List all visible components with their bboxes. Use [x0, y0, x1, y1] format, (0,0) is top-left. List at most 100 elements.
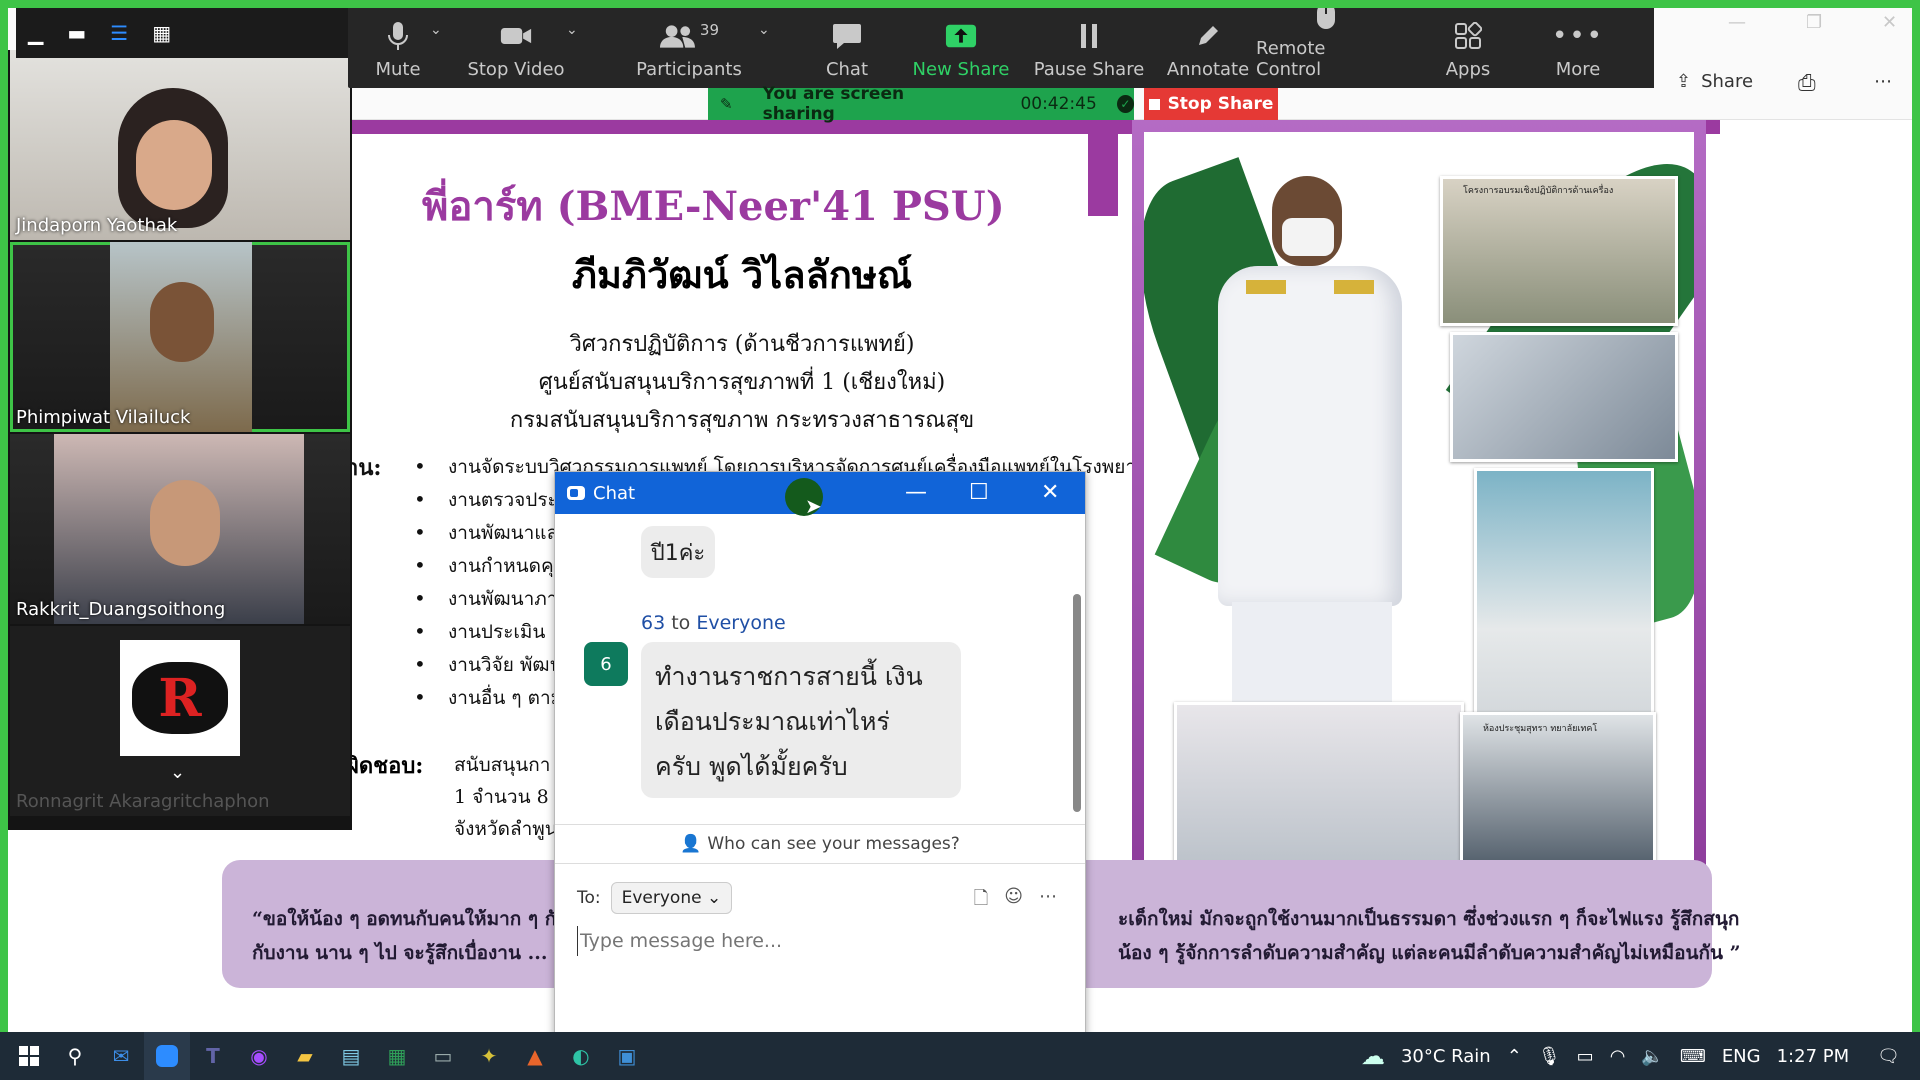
windows-start-icon[interactable] — [6, 1032, 52, 1080]
video-tile[interactable]: R Ronnagrit Akaragritchaphon ⌄ — [10, 626, 350, 816]
video-tile[interactable]: Rakkrit_Duangsoithong — [10, 434, 350, 624]
app-more-button[interactable]: ⋯ — [1874, 71, 1892, 92]
window-close-icon[interactable]: ✕ — [1882, 12, 1897, 33]
chat-close-icon[interactable]: ✕ — [1041, 480, 1059, 505]
video-options-caret-icon[interactable]: ⌄ — [566, 22, 578, 38]
recipient-dropdown[interactable]: Everyone ⌄ — [610, 882, 733, 914]
wifi-icon[interactable]: ◠ — [1610, 1046, 1626, 1067]
app-icon[interactable]: ▲ — [512, 1032, 558, 1080]
pen-icon — [1192, 21, 1224, 51]
meeting-photo: ห้องประชุมสุทรา ทยาลัยเทคโ — [1460, 712, 1656, 878]
file-icon[interactable]: 🗋 — [974, 886, 988, 916]
screen-sharing-banner[interactable]: ✎ You are screen sharing 00:42:45 ✓ — [708, 84, 1134, 124]
slide-name-thai: ภีมภิวัฒน์ วิไลลักษณ์ — [571, 252, 913, 297]
speaker-view-icon[interactable]: ☰ — [110, 21, 128, 45]
notepad-icon[interactable]: ▤ — [328, 1032, 374, 1080]
doctor-photo — [1474, 468, 1654, 738]
keyboard-icon[interactable]: ⌨ — [1680, 1046, 1706, 1067]
stop-video-button[interactable]: Stop Video — [456, 8, 576, 88]
quote-left-line: “ขอให้น้อง ๆ อดทนกับคนให้มาก ๆ กับง — [252, 908, 578, 930]
group-photo: โครงการอบรมเชิงปฏิบัติการด้านเครื่อง — [1440, 176, 1678, 326]
photo-collage: โครงการอบรมเชิงปฏิบัติการด้านเครื่อง ห้อ… — [1144, 132, 1694, 878]
notification-icon[interactable]: 🗨 — [1877, 1046, 1900, 1067]
slide-photo-panel: โครงการอบรมเชิงปฏิบัติการด้านเครื่อง ห้อ… — [1132, 120, 1706, 890]
more-button[interactable]: ••• More — [1538, 8, 1618, 88]
lab-photo — [1450, 332, 1678, 462]
mouse-cursor-icon: ➤ — [805, 494, 822, 518]
chat-sender-line: 63 to Everyone — [641, 612, 786, 634]
participant-logo: R — [120, 640, 240, 756]
chat-title-bar[interactable]: Chat ➤ — ☐ ✕ — [555, 472, 1085, 518]
file-explorer-icon[interactable]: ▰ — [282, 1032, 328, 1080]
slide-accent-bar — [1088, 134, 1118, 216]
weather-text[interactable]: 30°C Rain — [1401, 1046, 1491, 1067]
recipient-row: To: Everyone ⌄ — [577, 882, 733, 914]
video-tile[interactable]: Jindaporn Yaothak — [10, 50, 350, 240]
microphone-icon[interactable]: 🎙 — [1538, 1046, 1561, 1067]
emoji-icon[interactable]: ☺ — [1004, 886, 1023, 916]
chat-message-input[interactable] — [577, 926, 1057, 956]
teams-icon[interactable]: T — [190, 1032, 236, 1080]
apps-icon — [1452, 21, 1484, 51]
window-minimize-icon[interactable]: — — [1728, 12, 1746, 33]
minimize-icon[interactable]: ▁ — [28, 21, 43, 45]
thumbnail-view-icon[interactable]: ▬ — [67, 21, 86, 45]
chat-message-bubble: ทำงานราชการสายนี้ เงิน เดือนประมาณเท่าไห… — [641, 642, 961, 798]
weather-cloud-icon[interactable]: ☁ — [1361, 1042, 1385, 1070]
excel-icon[interactable]: ▦ — [374, 1032, 420, 1080]
zoom-camera-icon — [567, 486, 585, 500]
mute-button[interactable]: Mute — [348, 8, 448, 88]
new-share-button[interactable]: New Share — [896, 8, 1026, 88]
print-icon: ⎙ — [1798, 71, 1816, 96]
edge-browser-icon[interactable]: ◐ — [558, 1032, 604, 1080]
participant-name: Rakkrit_Duangsoithong — [16, 599, 226, 620]
chevron-down-icon[interactable]: ⌄ — [170, 762, 185, 783]
mute-options-caret-icon[interactable]: ⌄ — [430, 22, 442, 38]
face-mask — [1282, 218, 1334, 256]
chat-minimize-icon[interactable]: — — [905, 480, 927, 505]
print-button[interactable]: ⎙ — [1798, 71, 1816, 96]
messenger-icon[interactable]: ◉ — [236, 1032, 282, 1080]
apps-button[interactable]: Apps — [1428, 8, 1508, 88]
zoom-app-icon[interactable] — [144, 1032, 190, 1080]
who-can-see-messages[interactable]: 👤 Who can see your messages? — [555, 824, 1085, 864]
sender-avatar: 6 — [584, 642, 628, 686]
search-icon[interactable]: ⚲ — [52, 1032, 98, 1080]
zoom-meeting-toolbar: Mute ⌄ Stop Video ⌄ 39 Participants ⌄ Ch… — [348, 8, 1654, 88]
stop-share-button[interactable]: Stop Share — [1144, 88, 1278, 120]
responsibility-line: จังหวัดลำพูน — [454, 818, 558, 840]
more-dots-icon[interactable]: ⋯ — [1039, 886, 1057, 916]
slide-department: กรมสนับสนุนบริการสุขภาพ กระทรวงสาธารณสุข — [509, 408, 975, 433]
clock-time[interactable]: 1:27 PM — [1777, 1046, 1850, 1067]
epaulette — [1246, 280, 1286, 294]
chat-title: Chat — [593, 482, 636, 504]
participants-options-caret-icon[interactable]: ⌄ — [758, 22, 770, 38]
responsibility-label: ผิดชอบ: — [346, 753, 424, 779]
drag-handle-icon[interactable]: ✎ — [720, 95, 733, 113]
mail-icon[interactable]: ✉ — [98, 1032, 144, 1080]
annotate-button[interactable]: Annotate — [1158, 8, 1258, 88]
app-share-button[interactable]: ⇪ Share — [1676, 71, 1753, 92]
app-icon[interactable]: ▣ — [604, 1032, 650, 1080]
app-icon[interactable]: ✦ — [466, 1032, 512, 1080]
video-tile-active-speaker[interactable]: Phimpiwat Vilailuck — [10, 242, 350, 432]
participants-button[interactable]: 39 Participants — [634, 8, 744, 88]
more-dots-icon: ••• — [1552, 21, 1605, 51]
pause-share-button[interactable]: Pause Share — [1024, 8, 1154, 88]
gallery-view-icon[interactable]: ▦ — [152, 21, 171, 45]
speaker-icon[interactable]: 🔈 — [1641, 1046, 1663, 1067]
participant-name: Phimpiwat Vilailuck — [16, 407, 191, 428]
stop-square-icon — [1148, 98, 1160, 110]
window-restore-icon[interactable]: ❐ — [1806, 12, 1822, 33]
chat-scrollbar[interactable] — [1073, 594, 1081, 812]
app-icon[interactable]: ▭ — [420, 1032, 466, 1080]
participants-icon: 39 — [659, 21, 719, 51]
chevron-up-icon[interactable]: ⌃ — [1507, 1046, 1522, 1067]
battery-icon[interactable]: ▭ — [1577, 1046, 1594, 1067]
share-up-arrow-icon — [945, 21, 977, 51]
pause-icon — [1073, 21, 1105, 51]
chat-maximize-icon[interactable]: ☐ — [969, 480, 989, 505]
language-indicator[interactable]: ENG — [1722, 1046, 1761, 1067]
remote-control-button[interactable]: Remote Control — [1256, 8, 1396, 88]
chat-button[interactable]: Chat — [802, 8, 892, 88]
